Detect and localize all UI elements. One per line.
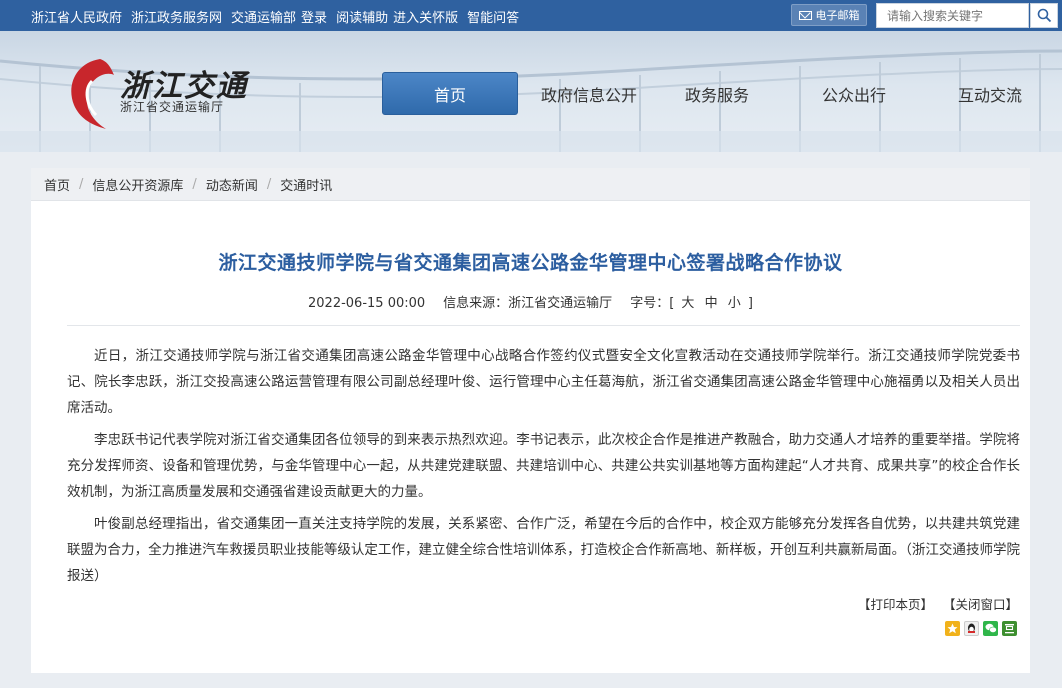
- search-icon: [1037, 8, 1051, 23]
- article-date: 2022-06-15 00:00: [308, 296, 426, 311]
- article-paragraph: 叶俊副总经理指出，省交通集团一直关注支持学院的发展，关系紧密、合作广泛，希望在今…: [67, 516, 1020, 584]
- nav-interaction[interactable]: 互动交流: [942, 72, 1038, 115]
- nav-gov-info[interactable]: 政府信息公开: [528, 72, 650, 115]
- email-button[interactable]: 电子邮箱: [791, 4, 867, 26]
- email-label: 电子邮箱: [815, 9, 860, 22]
- breadcrumb-home[interactable]: 首页: [44, 175, 70, 194]
- link-smart-qa[interactable]: 智能问答: [467, 7, 519, 26]
- top-links: 浙江省人民政府 浙江政务服务网 交通运输部 登录 阅读辅助 进入关怀版 智能问答: [31, 7, 519, 26]
- nav-public-travel[interactable]: 公众出行: [806, 72, 902, 115]
- font-size-large[interactable]: 大: [681, 296, 694, 311]
- breadcrumb: 首页 / 信息公开资源库 / 动态新闻 / 交通时讯: [31, 168, 1030, 201]
- envelope-icon: [798, 10, 812, 20]
- article-actions: 【打印本页】 【关闭窗口】: [858, 594, 1018, 613]
- article-paragraph: 近日，浙江交通技师学院与浙江省交通集团高速公路金华管理中心战略合作签约仪式暨安全…: [67, 348, 1020, 416]
- font-size-bracket-open: [: [669, 296, 675, 311]
- logo-subtitle: 浙江省交通运输厅: [120, 100, 225, 114]
- search-button[interactable]: [1030, 3, 1058, 28]
- article-container: 浙江交通技师学院与省交通集团高速公路金华管理中心签署战略合作协议 2022-06…: [31, 201, 1030, 673]
- font-size-medium[interactable]: 中: [705, 296, 718, 311]
- font-size-bracket-close: ]: [747, 296, 753, 311]
- article-meta: 2022-06-15 00:00 信息来源：浙江省交通运输厅 字号：[ 大 中 小 …: [31, 292, 1030, 311]
- font-size-small[interactable]: 小: [728, 296, 741, 311]
- font-size-label: 字号：: [630, 296, 670, 311]
- close-window-link[interactable]: 【关闭窗口】: [943, 594, 1018, 613]
- header-banner: 浙江交通 浙江省交通运输厅 首页 政府信息公开 政务服务 公众出行 互动交流: [0, 31, 1062, 152]
- link-care-mode[interactable]: 进入关怀版: [393, 7, 458, 26]
- breadcrumb-traffic-news[interactable]: 交通时讯: [280, 175, 332, 194]
- search-input[interactable]: [876, 3, 1029, 28]
- qzone-icon[interactable]: [945, 621, 960, 636]
- breadcrumb-separator: /: [192, 176, 197, 192]
- top-utility-bar: 浙江省人民政府 浙江政务服务网 交通运输部 登录 阅读辅助 进入关怀版 智能问答…: [0, 0, 1062, 31]
- share-bar: [945, 621, 1017, 636]
- link-ministry[interactable]: 交通运输部: [231, 7, 296, 26]
- article-paragraph: 李忠跃书记代表学院对浙江省交通集团各位领导的到来表示热烈欢迎。李书记表示，此次校…: [67, 432, 1020, 500]
- link-login[interactable]: 登录: [301, 7, 327, 26]
- logo-icon: [71, 59, 114, 129]
- breadcrumb-info-library[interactable]: 信息公开资源库: [92, 175, 183, 194]
- link-reading-aid[interactable]: 阅读辅助: [336, 7, 388, 26]
- link-zj-service[interactable]: 浙江政务服务网: [131, 7, 222, 26]
- print-page-link[interactable]: 【打印本页】: [858, 594, 933, 613]
- breadcrumb-separator: /: [79, 176, 84, 192]
- article-source: 信息来源：浙江省交通运输厅: [443, 296, 613, 311]
- page-bottom-strip: [0, 673, 1062, 688]
- nav-home[interactable]: 首页: [382, 72, 518, 115]
- article-title: 浙江交通技师学院与省交通集团高速公路金华管理中心签署战略合作协议: [218, 252, 843, 274]
- title-divider: [67, 325, 1020, 326]
- qq-icon[interactable]: [964, 621, 979, 636]
- wechat-icon[interactable]: [983, 621, 998, 636]
- breadcrumb-separator: /: [266, 176, 272, 192]
- nav-gov-service[interactable]: 政务服务: [672, 72, 762, 115]
- breadcrumb-news[interactable]: 动态新闻: [206, 175, 258, 194]
- douban-icon[interactable]: [1002, 621, 1017, 636]
- link-zj-gov[interactable]: 浙江省人民政府: [31, 7, 122, 26]
